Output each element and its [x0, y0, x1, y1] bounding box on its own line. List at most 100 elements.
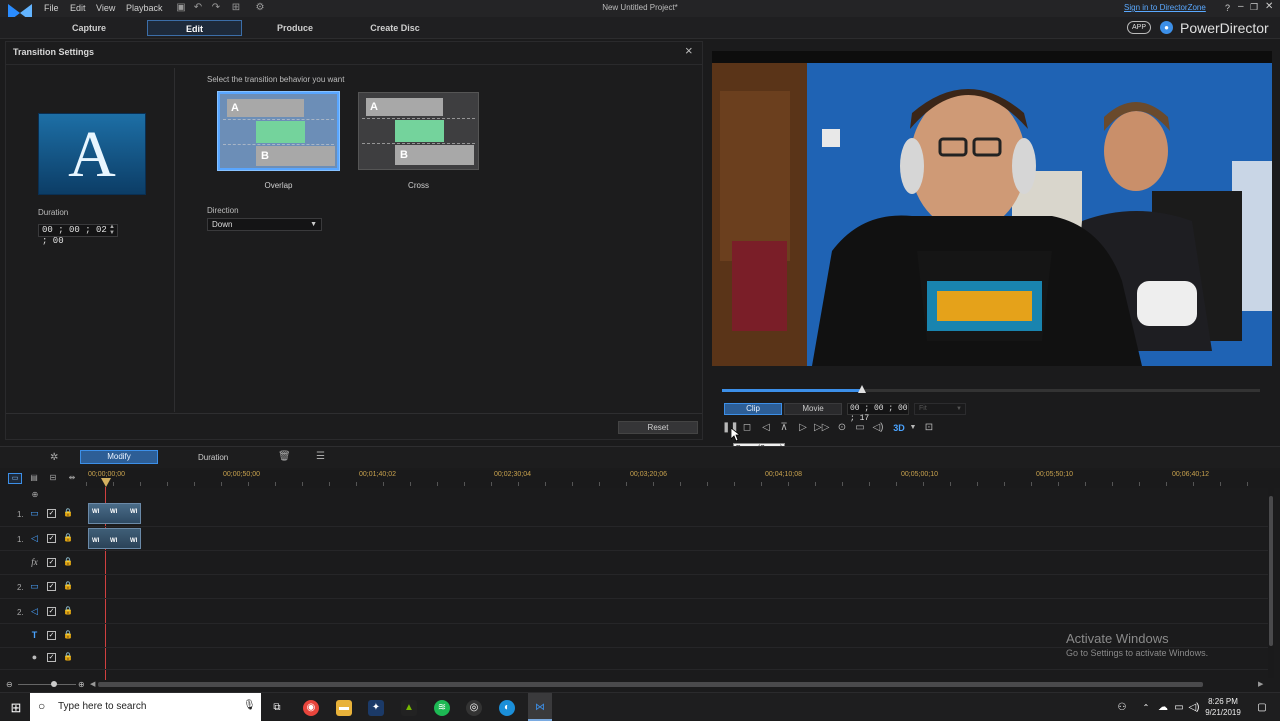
network-icon[interactable]: ▭ — [1171, 700, 1187, 716]
next-frame-icon[interactable]: ▷ — [796, 421, 810, 435]
display-icon[interactable]: ▭ — [853, 421, 867, 435]
timecode-display[interactable]: 00 ; 00 ; 00 ; 17 — [847, 403, 909, 423]
magic-tools-icon[interactable]: ✲ — [50, 452, 58, 463]
scrollbar-thumb[interactable] — [1269, 496, 1273, 646]
threed-mode-icon[interactable]: 3D — [892, 421, 906, 435]
direction-select[interactable]: Down ▼ — [207, 218, 322, 231]
help-icon[interactable]: ? — [1225, 3, 1230, 13]
track-number: 2. — [17, 608, 24, 617]
microphone-icon[interactable]: 🎙 — [243, 700, 256, 711]
zoom-in-icon[interactable]: ⊕ — [78, 680, 85, 689]
taskbar-clock[interactable]: 8:26 PM 9/21/2019 — [1201, 696, 1245, 718]
timeline-vertical-scrollbar[interactable] — [1268, 488, 1274, 678]
lock-icon[interactable]: 🔒 — [63, 533, 73, 543]
scroll-right-icon[interactable]: ▶ — [1258, 680, 1263, 688]
movie-mode-toggle[interactable]: Movie — [784, 403, 842, 415]
fast-forward-icon[interactable]: ▷▷ — [814, 421, 829, 435]
minimize-icon[interactable]: – — [1238, 1, 1244, 12]
zoom-slider[interactable] — [18, 684, 76, 685]
lock-icon[interactable]: 🔒 — [63, 606, 73, 616]
lock-icon[interactable]: 🔒 — [63, 630, 73, 640]
menu-view[interactable]: View — [96, 3, 115, 13]
account-icon[interactable]: ● — [1160, 21, 1173, 34]
task-view-icon[interactable]: ⧉ — [269, 700, 285, 716]
cloud-icon[interactable]: ☁ — [1155, 700, 1171, 716]
lock-icon[interactable]: 🔒 — [63, 652, 73, 662]
sign-in-link[interactable]: Sign in to DirectorZone — [1124, 3, 1206, 12]
timeline-horizontal-scrollbar[interactable] — [98, 682, 1203, 687]
tab-edit[interactable]: Edit — [147, 20, 242, 36]
steam-icon[interactable]: ✦ — [368, 700, 384, 716]
tab-produce[interactable]: Produce — [260, 20, 330, 36]
reset-button[interactable]: Reset — [618, 421, 698, 434]
volume-tray-icon[interactable]: ◁) — [1186, 700, 1202, 716]
close-window-icon[interactable]: ✕ — [1265, 1, 1273, 12]
delete-icon[interactable]: 🗑 — [278, 451, 291, 462]
tab-capture[interactable]: Capture — [54, 20, 124, 36]
overlap-option[interactable]: A B — [218, 92, 339, 170]
settings-gear-icon[interactable]: ⚙ — [254, 2, 266, 14]
restore-icon[interactable]: ❐ — [1250, 2, 1258, 13]
insert-track-icon[interactable]: ⊕ — [29, 490, 41, 500]
track-enable-checkbox[interactable]: ✓ — [47, 534, 56, 543]
lock-icon[interactable]: 🔒 — [63, 508, 73, 518]
split-icon[interactable]: ⊼ — [777, 421, 791, 435]
cross-option[interactable]: A B — [358, 92, 479, 170]
save-icon[interactable]: ▣ — [175, 2, 187, 14]
clip-mode-toggle[interactable]: Clip — [724, 403, 782, 415]
track-manager-icon[interactable]: ⊟ — [47, 473, 59, 484]
fit-select[interactable]: Fit ▼ — [914, 403, 966, 415]
nvidia-icon[interactable]: ▲ — [401, 700, 417, 716]
track-enable-checkbox[interactable]: ✓ — [47, 558, 56, 567]
spotify-icon[interactable]: ≋ — [434, 700, 450, 716]
undo-icon[interactable]: ↶ — [192, 2, 204, 14]
menu-playback[interactable]: Playback — [126, 3, 163, 13]
app-badge[interactable]: APP — [1127, 21, 1151, 34]
duration-stepper-icon[interactable]: ▲ ▼ — [109, 224, 115, 236]
track-enable-checkbox[interactable]: ✓ — [47, 509, 56, 518]
audio-clip[interactable]: WI WI WI — [88, 528, 141, 549]
snapshot-icon[interactable]: ⊙ — [835, 421, 849, 435]
preview-progress-track[interactable] — [722, 389, 1260, 392]
more-options-icon[interactable]: ☰ — [316, 451, 325, 462]
browser-icon[interactable]: ◐ — [499, 700, 515, 716]
track-enable-checkbox[interactable]: ✓ — [47, 607, 56, 616]
modify-button[interactable]: Modify — [80, 450, 158, 464]
chrome-icon[interactable]: ◉ — [303, 700, 319, 716]
previous-frame-icon[interactable]: ◁ — [759, 421, 773, 435]
stop-icon[interactable]: ◻ — [740, 421, 754, 435]
volume-icon[interactable]: ◁) — [871, 421, 885, 435]
redo-icon[interactable]: ↷ — [210, 2, 222, 14]
timeline-view-icon[interactable]: ▭ — [8, 473, 22, 484]
lock-icon[interactable]: 🔒 — [63, 581, 73, 591]
preview-scrubber-handle[interactable] — [857, 385, 866, 393]
scroll-left-icon[interactable]: ◀ — [90, 680, 95, 688]
taskbar-search-box[interactable]: ○ Type here to search 🎙 — [30, 693, 261, 721]
undock-preview-icon[interactable]: ⊡ — [922, 421, 936, 435]
lock-icon[interactable]: 🔒 — [63, 557, 73, 567]
track-enable-checkbox[interactable]: ✓ — [47, 631, 56, 640]
duration-input[interactable]: 00 ; 00 ; 02 ; 00 — [38, 224, 118, 246]
zoom-slider-thumb[interactable] — [51, 681, 57, 687]
windows-start-icon[interactable]: ⊞ — [8, 700, 24, 716]
menu-file[interactable]: File — [44, 3, 59, 13]
close-panel-icon[interactable]: × — [685, 43, 693, 58]
powerdirector-taskbar-button[interactable]: ⋈ — [528, 693, 552, 721]
chevron-down-icon[interactable]: ▼ — [906, 421, 920, 435]
zoom-out-icon[interactable]: ⊖ — [6, 680, 13, 689]
video-clip[interactable]: WI WI WI — [88, 503, 141, 524]
track-enable-checkbox[interactable]: ✓ — [47, 653, 56, 662]
menu-edit[interactable]: Edit — [70, 3, 86, 13]
zoom-icon[interactable]: ⊞ — [228, 2, 244, 14]
playhead-handle[interactable] — [101, 478, 111, 487]
tab-create-disc[interactable]: Create Disc — [358, 20, 432, 36]
obs-icon[interactable]: ◎ — [466, 700, 482, 716]
file-explorer-icon[interactable]: ▬ — [336, 700, 352, 716]
track-enable-checkbox[interactable]: ✓ — [47, 582, 56, 591]
show-hidden-icons-icon[interactable]: ⌃ — [1138, 700, 1154, 716]
notifications-icon[interactable]: ▢ — [1254, 700, 1270, 716]
storyboard-view-icon[interactable]: ▤ — [28, 473, 40, 484]
people-icon[interactable]: ⚇ — [1114, 700, 1130, 716]
duration-button[interactable]: Duration — [198, 453, 228, 462]
fit-timeline-icon[interactable]: ⇹ — [66, 473, 78, 484]
